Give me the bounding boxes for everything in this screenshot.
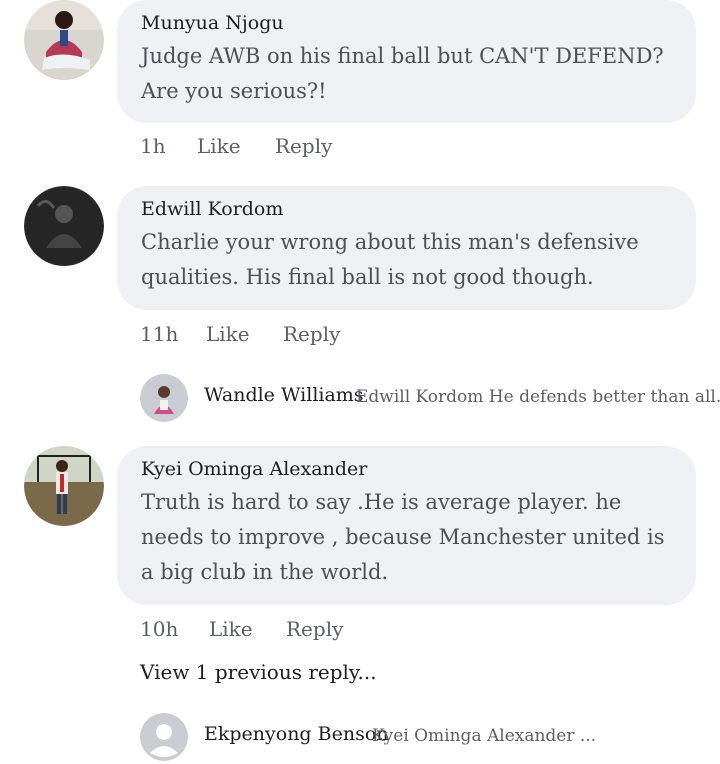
comment-actions: 1h Like Reply bbox=[140, 134, 332, 164]
avatar-edwill-kordom[interactable] bbox=[24, 186, 104, 266]
comment-bubble: Edwill Kordom Charlie your wrong about t… bbox=[117, 186, 696, 310]
like-button[interactable]: Like bbox=[197, 134, 275, 164]
like-button[interactable]: Like bbox=[209, 617, 286, 647]
comment-actions: 10h Like Reply bbox=[140, 617, 343, 647]
reply-button[interactable]: Reply bbox=[275, 134, 332, 164]
comment-text: Truth is hard to say .He is average play… bbox=[141, 490, 665, 584]
avatar-wandle-williams[interactable] bbox=[140, 374, 188, 422]
like-button[interactable]: Like bbox=[206, 322, 283, 352]
avatar-kyei-ominga-alexander[interactable] bbox=[24, 446, 104, 526]
comment-bubble: Munyua Njogu Judge AWB on his final ball… bbox=[117, 0, 696, 123]
person-silhouette-icon[interactable] bbox=[140, 713, 188, 761]
view-previous-replies-link[interactable]: View 1 previous reply... bbox=[140, 660, 377, 684]
comment-author[interactable]: Kyei Ominga Alexander bbox=[141, 456, 672, 482]
comment-time[interactable]: 11h bbox=[140, 322, 206, 352]
comment-time[interactable]: 1h bbox=[140, 134, 197, 164]
reply-snippet: Kyei Ominga Alexander ... bbox=[372, 726, 597, 746]
reply-button[interactable]: Reply bbox=[283, 322, 340, 352]
reply-snippet: Edwill Kordom He defends better than all… bbox=[356, 387, 720, 407]
reply-preview[interactable]: Wandle Williams Edwill Kordom He defends… bbox=[140, 374, 720, 424]
reply-button[interactable]: Reply bbox=[286, 617, 343, 647]
reply-author[interactable]: Wandle Williams bbox=[204, 384, 364, 406]
comment-actions: 11h Like Reply bbox=[140, 322, 340, 352]
comment-text: Judge AWB on his final ball but CAN'T DE… bbox=[141, 44, 664, 103]
avatar-munyua-njogu[interactable] bbox=[24, 0, 104, 80]
reply-preview[interactable]: Ekpenyong Benson Kyei Ominga Alexander .… bbox=[140, 713, 710, 763]
comment-author[interactable]: Edwill Kordom bbox=[141, 196, 672, 222]
comment-text: Charlie your wrong about this man's defe… bbox=[141, 230, 639, 289]
comment-bubble: Kyei Ominga Alexander Truth is hard to s… bbox=[117, 446, 696, 605]
comment-author[interactable]: Munyua Njogu bbox=[141, 10, 672, 36]
reply-author[interactable]: Ekpenyong Benson bbox=[204, 723, 389, 745]
comment-time[interactable]: 10h bbox=[140, 617, 209, 647]
